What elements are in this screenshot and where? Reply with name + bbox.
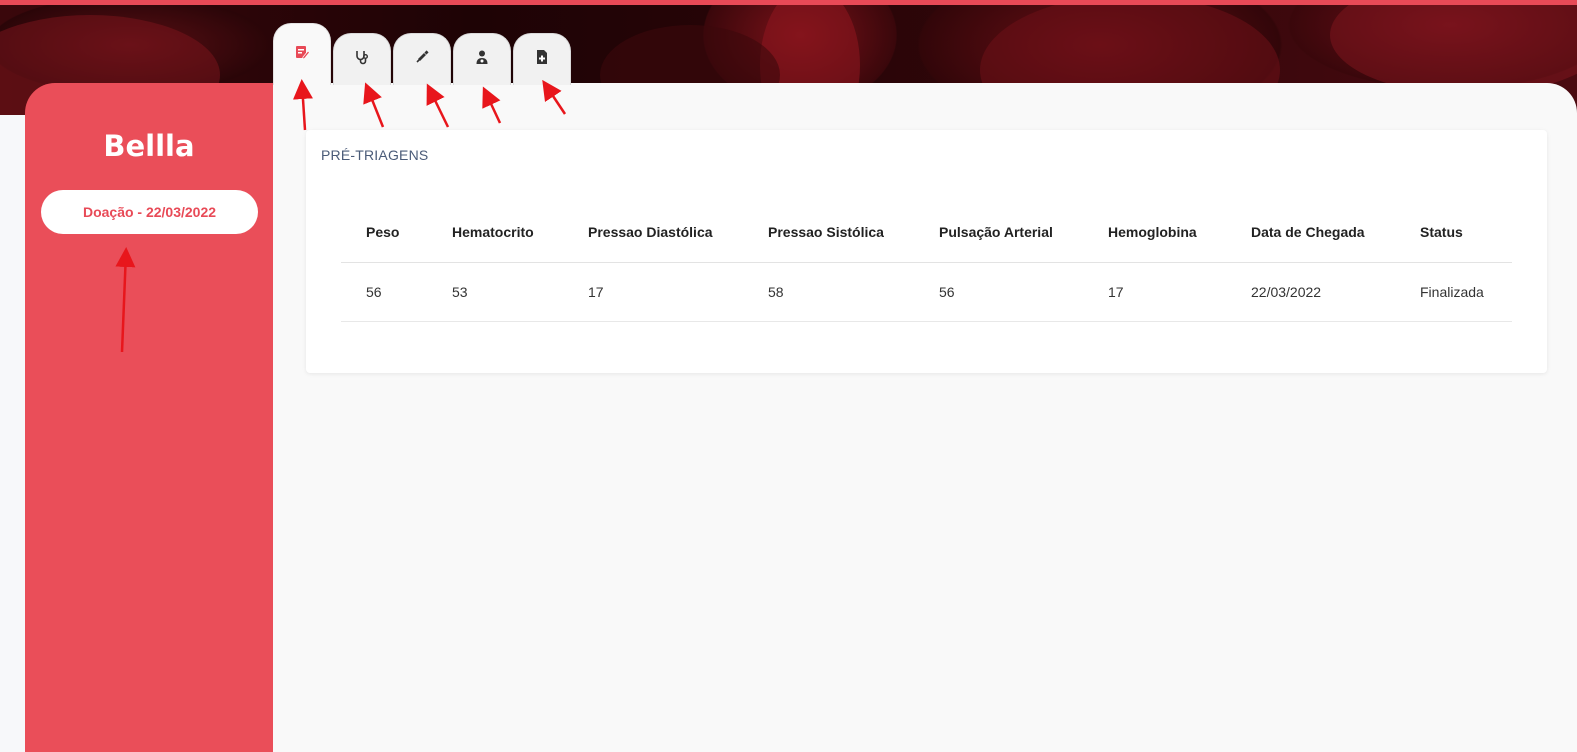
pre-triage-icon <box>294 44 311 65</box>
column-header: Peso <box>341 202 427 263</box>
table-cell: 56 <box>914 262 1083 322</box>
donation-button[interactable]: Doação - 22/03/2022 <box>41 190 258 234</box>
syringe-icon <box>414 49 430 70</box>
tab-medical-record[interactable] <box>513 33 571 85</box>
tab-pre-triage[interactable] <box>273 23 331 85</box>
tab-consultation[interactable] <box>333 33 391 85</box>
column-header: Hematocrito <box>427 202 563 263</box>
tab-collection[interactable] <box>393 33 451 85</box>
card-title: PRÉ-TRIAGENS <box>321 147 429 163</box>
top-accent-bar <box>0 0 1577 5</box>
pre-triage-card: PRÉ-TRIAGENS Peso Hematocrito Pressao Di… <box>306 130 1547 373</box>
table-cell: 53 <box>427 262 563 322</box>
status-cell: Finalizada <box>1395 262 1512 322</box>
pre-triage-table: Peso Hematocrito Pressao Diastólica Pres… <box>341 202 1512 322</box>
tab-bar <box>273 23 573 85</box>
tab-doctor[interactable] <box>453 33 511 85</box>
column-header: Pulsação Arterial <box>914 202 1083 263</box>
medical-file-icon <box>534 49 550 70</box>
column-header: Data de Chegada <box>1226 202 1395 263</box>
patient-name: Bellla <box>103 129 195 163</box>
column-header: Pressao Sistólica <box>743 202 914 263</box>
table-cell: 56 <box>341 262 427 322</box>
table-header-row: Peso Hematocrito Pressao Diastólica Pres… <box>341 202 1512 263</box>
column-header: Pressao Diastólica <box>563 202 743 263</box>
column-header: Hemoglobina <box>1083 202 1226 263</box>
table-cell: 17 <box>1083 262 1226 322</box>
table-cell: 22/03/2022 <box>1226 262 1395 322</box>
table-row: 56 53 17 58 56 17 22/03/2022 Finalizada <box>341 262 1512 322</box>
column-header: Status <box>1395 202 1512 263</box>
stethoscope-icon <box>354 49 370 70</box>
table-cell: 58 <box>743 262 914 322</box>
table-cell: 17 <box>563 262 743 322</box>
doctor-icon <box>474 49 490 70</box>
sidebar: Bellla Doação - 22/03/2022 <box>25 83 273 752</box>
